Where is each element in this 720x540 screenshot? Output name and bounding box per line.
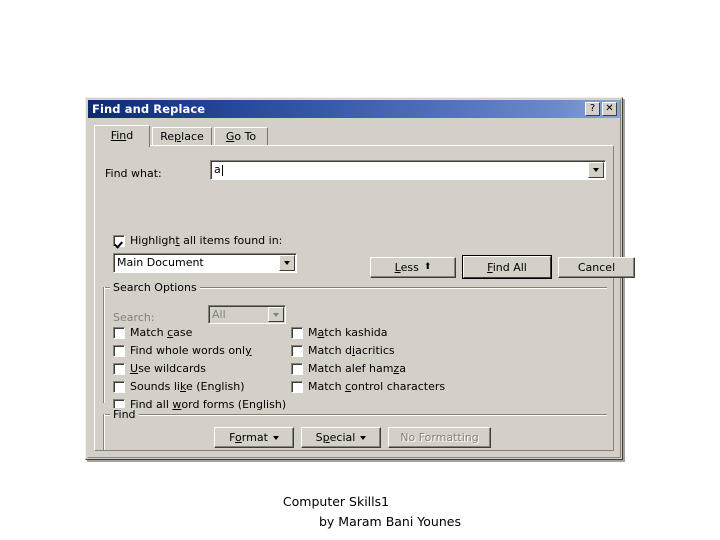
match-case-label: Match case bbox=[130, 326, 193, 339]
format-button-label: Format bbox=[229, 431, 268, 444]
group-left-edge bbox=[103, 287, 105, 403]
checkbox-icon bbox=[291, 380, 303, 393]
search-scope-dropdown-arrow-icon[interactable] bbox=[268, 307, 284, 322]
dialog-tabstrip: Find Replace Go To bbox=[94, 125, 614, 147]
match-control-characters-checkbox[interactable]: Match control characters bbox=[291, 380, 445, 393]
match-kashida-checkbox[interactable]: Match kashida bbox=[291, 326, 387, 339]
find-whole-words-only-checkbox[interactable]: Find whole words only bbox=[113, 344, 252, 357]
find-whole-words-only-label: Find whole words only bbox=[130, 344, 252, 357]
checkbox-icon bbox=[113, 380, 125, 393]
dialog-title: Find and Replace bbox=[92, 102, 206, 116]
cancel-button-label: Cancel bbox=[577, 261, 616, 274]
slide-footer: Computer Skills1 by Maram Bani Younes bbox=[0, 492, 720, 532]
match-kashida-label: Match kashida bbox=[308, 326, 388, 339]
no-formatting-button[interactable]: No Formatting bbox=[388, 427, 491, 448]
footer-line-1: Computer Skills1 bbox=[282, 494, 390, 509]
tab-replace-label: Replace bbox=[160, 130, 204, 143]
match-alef-hamza-label: Match alef hamza bbox=[308, 362, 406, 375]
sounds-like-checkbox[interactable]: Sounds like (English) bbox=[113, 380, 245, 393]
checkbox-icon bbox=[113, 344, 125, 357]
checkbox-icon bbox=[113, 326, 125, 339]
match-case-checkbox[interactable]: Match case bbox=[113, 326, 192, 339]
match-diacritics-checkbox[interactable]: Match diacritics bbox=[291, 344, 395, 357]
search-scope-label: Search: bbox=[113, 311, 155, 324]
find-what-value: a bbox=[214, 163, 221, 176]
highlight-scope-dropdown-arrow-icon[interactable] bbox=[279, 255, 295, 271]
special-button-label: Special bbox=[315, 431, 356, 444]
special-button[interactable]: Special bbox=[301, 427, 381, 448]
less-button[interactable]: Less ⬆ bbox=[370, 257, 456, 278]
match-diacritics-label: Match diacritics bbox=[308, 344, 395, 357]
tab-goto[interactable]: Go To bbox=[214, 127, 268, 146]
chevron-down-icon bbox=[360, 435, 367, 440]
chevron-up-icon: ⬆ bbox=[423, 262, 432, 272]
less-button-label: Less bbox=[394, 261, 419, 274]
text-caret bbox=[222, 165, 223, 176]
search-options-group-title: Search Options bbox=[110, 281, 200, 294]
help-icon[interactable]: ? bbox=[585, 102, 600, 116]
find-and-replace-dialog: Find and Replace ? ✕ Find Replace Go To … bbox=[85, 97, 635, 460]
tab-goto-label: Go To bbox=[225, 130, 257, 143]
checkbox-icon-checked bbox=[113, 234, 125, 247]
find-what-dropdown-arrow-icon[interactable] bbox=[588, 162, 604, 178]
match-control-characters-label: Match control characters bbox=[308, 380, 446, 393]
group-left-edge bbox=[103, 414, 105, 450]
checkbox-icon bbox=[291, 344, 303, 357]
tab-find-label: Find bbox=[110, 129, 134, 142]
find-format-group-title: Find bbox=[110, 408, 139, 421]
chevron-down-icon bbox=[272, 435, 279, 440]
find-tab-panel: Find what: a Highlight all items found i… bbox=[94, 145, 635, 451]
use-wildcards-label: Use wildcards bbox=[130, 362, 206, 375]
checkbox-icon bbox=[291, 326, 303, 339]
find-what-label: Find what: bbox=[105, 167, 162, 180]
use-wildcards-checkbox[interactable]: Use wildcards bbox=[113, 362, 206, 375]
match-alef-hamza-checkbox[interactable]: Match alef hamza bbox=[291, 362, 406, 375]
no-formatting-button-label: No Formatting bbox=[400, 431, 479, 444]
cancel-button[interactable]: Cancel bbox=[558, 257, 635, 278]
tab-find[interactable]: Find bbox=[94, 125, 150, 147]
highlight-all-checkbox[interactable]: Highlight all items found in: bbox=[113, 234, 282, 247]
find-all-button[interactable]: Find All bbox=[462, 255, 552, 279]
checkbox-icon bbox=[291, 362, 303, 375]
highlight-scope-value: Main Document bbox=[117, 256, 204, 269]
checkbox-icon bbox=[113, 362, 125, 375]
footer-line-2: by Maram Bani Younes bbox=[319, 514, 461, 529]
titlebar-button-group: ? ✕ bbox=[585, 102, 620, 116]
group-divider-line bbox=[103, 414, 607, 416]
search-scope-combo[interactable]: All bbox=[208, 305, 286, 324]
highlight-all-label: Highlight all items found in: bbox=[130, 234, 283, 247]
tab-replace[interactable]: Replace bbox=[152, 127, 212, 146]
close-icon[interactable]: ✕ bbox=[602, 102, 617, 116]
format-button[interactable]: Format bbox=[214, 427, 294, 448]
dialog-titlebar[interactable]: Find and Replace ? ✕ bbox=[88, 100, 620, 118]
sounds-like-label: Sounds like (English) bbox=[130, 380, 245, 393]
find-all-button-label: Find All bbox=[487, 260, 527, 274]
find-what-input[interactable]: a bbox=[210, 160, 606, 180]
highlight-scope-combo[interactable]: Main Document bbox=[113, 253, 297, 273]
search-scope-value: All bbox=[212, 308, 226, 321]
